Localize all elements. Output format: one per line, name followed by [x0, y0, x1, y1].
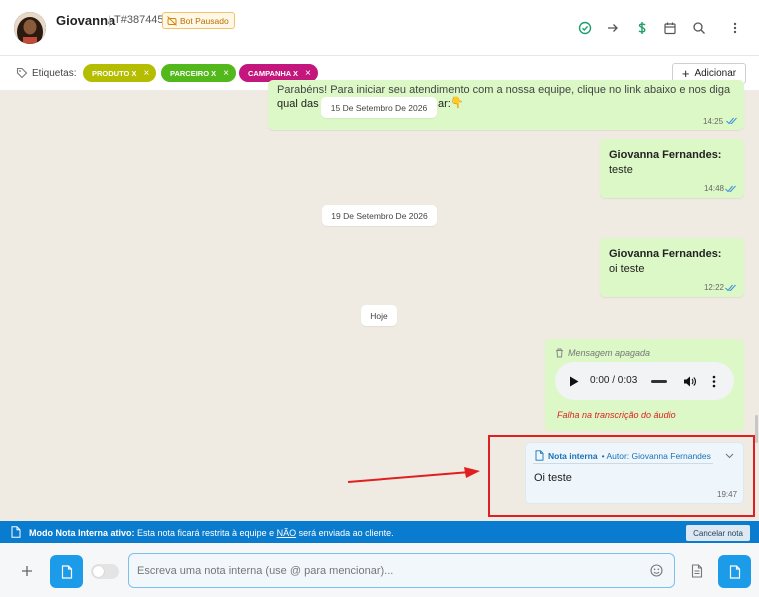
tag-parceiro-x[interactable]: PARCEIRO X × [161, 64, 236, 82]
pointing-down-emoji: 👇 [450, 97, 464, 109]
remove-tag-button[interactable]: × [223, 68, 229, 79]
message-text-line: Parabéns! Para iniciar seu atendimento c… [277, 84, 731, 96]
remove-tag-button[interactable]: × [305, 68, 311, 79]
tag-produto-x[interactable]: PRODUTO X × [83, 64, 157, 82]
add-tag-label: Adicionar [694, 68, 737, 79]
note-icon [729, 564, 740, 579]
bot-paused-icon [167, 15, 177, 26]
bot-paused-label: Bot Pausado [180, 15, 229, 26]
audio-progress-bar[interactable] [651, 380, 667, 383]
deleted-message-label: Mensagem apagada [568, 348, 651, 358]
message-time: 14:48 [703, 184, 724, 193]
message-bubble: Giovanna Fernandes: oi teste 12:22 [600, 238, 744, 297]
highlight-box [488, 435, 755, 517]
message-sender: Giovanna Fernandes: [609, 149, 722, 161]
message-input-box[interactable] [128, 553, 675, 588]
internal-note-mode-message: Modo Nota Interna ativo: Esta nota ficar… [29, 528, 394, 538]
tag-label: CAMPANHA X [248, 68, 298, 78]
double-check-icon [726, 117, 737, 125]
date-separator-label: 19 De Setembro De 2026 [331, 210, 428, 221]
date-separator-label: 15 De Setembro De 2026 [330, 102, 428, 113]
note-icon [61, 564, 72, 579]
date-separator-label: Hoje [370, 310, 388, 321]
banner-bold-text: Modo Nota Interna ativo: [29, 528, 135, 538]
more-vertical-icon [733, 22, 737, 34]
message-time: 12:22 [703, 283, 724, 292]
audio-player [555, 362, 734, 400]
search-button[interactable] [691, 20, 707, 36]
more-vertical-icon[interactable] [710, 375, 718, 388]
trash-icon [556, 348, 563, 358]
message-input[interactable] [137, 554, 637, 587]
more-options-button[interactable] [727, 20, 743, 36]
header-separator: | [108, 13, 112, 27]
tag-label: PRODUTO X [92, 68, 137, 78]
message-text-line: ar: [438, 98, 451, 110]
send-note-button[interactable] [718, 555, 751, 588]
arrow-right-icon [608, 24, 618, 32]
message-sender: Giovanna Fernandes: [609, 248, 722, 260]
internal-note-mode-button[interactable] [50, 555, 83, 588]
emoji-icon[interactable] [650, 564, 663, 577]
chat-scrollbar[interactable] [755, 415, 758, 443]
plus-icon[interactable] [20, 564, 34, 578]
schedule-button[interactable] [662, 20, 678, 36]
date-separator: 19 De Setembro De 2026 [322, 205, 437, 226]
dollar-icon [638, 22, 646, 34]
contact-name[interactable]: Giovanna [56, 13, 115, 28]
bot-paused-badge[interactable]: Bot Pausado [162, 12, 235, 29]
transfer-ticket-button[interactable] [605, 20, 621, 36]
audio-time: 0:00 / 0:03 [590, 375, 638, 386]
message-time: 14:25 [703, 117, 724, 126]
note-icon [11, 526, 21, 538]
date-separator: 15 De Setembro De 2026 [321, 97, 437, 118]
message-bubble: Giovanna Fernandes: teste 14:48 [600, 139, 744, 198]
highlight-arrow [347, 467, 480, 483]
message-text: oi teste [609, 263, 645, 275]
play-icon[interactable] [569, 376, 579, 387]
cancel-note-button[interactable]: Cancelar nota [686, 525, 750, 541]
message-text: teste [609, 164, 633, 176]
date-separator: Hoje [361, 305, 397, 326]
resolve-ticket-button[interactable] [577, 20, 593, 36]
tag-label: PARCEIRO X [170, 68, 217, 78]
deleted-message-notice: Mensagem apagada [555, 348, 650, 358]
banner-underlined-text: NÃO [276, 528, 297, 538]
remove-tag-button[interactable]: × [143, 68, 149, 79]
double-check-icon [725, 185, 736, 193]
tag-icon [16, 67, 28, 79]
tags-label: Etiquetas: [32, 68, 77, 79]
search-icon [693, 22, 705, 34]
signature-toggle[interactable] [91, 564, 119, 579]
double-check-icon [725, 284, 736, 292]
transcription-failure: Falha na transcrição do áudio [557, 410, 676, 420]
toggle-knob [93, 566, 104, 577]
banner-text: Esta nota ficará restrita à equipe e [134, 528, 277, 538]
check-circle-icon [578, 21, 592, 35]
calendar-icon [664, 22, 676, 35]
avatar[interactable] [14, 12, 46, 44]
attachment-icon[interactable] [691, 564, 703, 578]
volume-icon[interactable] [683, 375, 697, 388]
ticket-id: T#387445 [114, 14, 164, 26]
payment-button[interactable] [634, 20, 650, 36]
cancel-note-label: Cancelar nota [693, 528, 743, 538]
plus-icon: + [681, 65, 690, 81]
banner-text: será enviada ao cliente. [296, 528, 394, 538]
